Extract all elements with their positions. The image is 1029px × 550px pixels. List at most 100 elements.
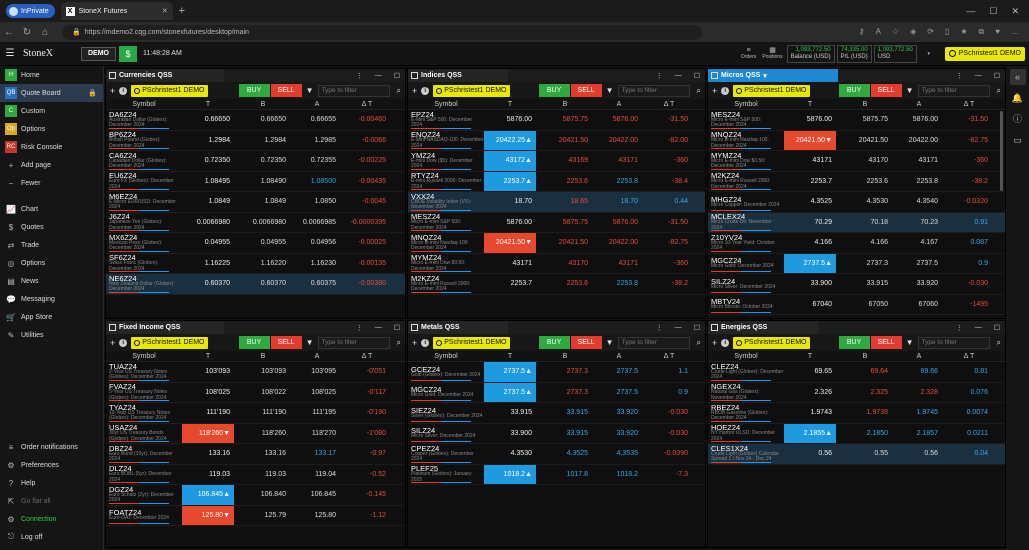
kebab-menu-icon[interactable]: ⋮	[956, 324, 963, 332]
symbol-cell[interactable]: HOEZ24 NY Harbor ULSD: December 2024	[708, 424, 784, 444]
account-button[interactable]: PSchristest1 DEMO	[131, 84, 208, 97]
ask-cell[interactable]: 1018.2	[594, 471, 644, 478]
table-row[interactable]: SILZ24 Micro Silver: December 2024 33.900 3…	[708, 274, 1005, 295]
collapse-icon[interactable]: «	[1009, 69, 1026, 85]
lock-icon[interactable]: 🔒	[88, 89, 97, 97]
filter-input[interactable]	[917, 336, 990, 349]
kebab-menu-icon[interactable]: ⋮	[356, 72, 363, 80]
symbol-cell[interactable]: DA6Z24 Australian Dollar (Globex): Decemb…	[106, 110, 182, 130]
symbol-cell[interactable]: M2KZ24 Micro E-mini Russell 2000: Decembe…	[408, 274, 484, 294]
sidebar-item-connection[interactable]: ⚙ Connection	[0, 510, 104, 528]
filter-input[interactable]	[617, 84, 690, 97]
search-icon[interactable]: ⌕	[697, 86, 701, 96]
trade-price-cell[interactable]: 43172▲	[484, 151, 536, 171]
ask-cell[interactable]: 125.80	[292, 512, 342, 519]
ask-cell[interactable]: 1.08500	[292, 178, 342, 185]
bid-cell[interactable]: 67050	[836, 301, 894, 308]
table-row[interactable]: Z10YV24 Micro 10-Year Yield: October 2024…	[708, 233, 1005, 254]
collections-icon[interactable]: ⧉	[979, 27, 985, 37]
symbol-cell[interactable]: SILZ24 Micro Silver: December 2024	[708, 274, 784, 294]
search-icon[interactable]: ⌕	[697, 338, 701, 348]
symbol-cell[interactable]: MESZ24 Micro E-mini S&P 500: December 202…	[708, 110, 784, 130]
table-row[interactable]: MX6Z24 Mexican Peso (Globex): December 20…	[106, 233, 405, 254]
table-row[interactable]: M2KZ24 Micro E-mini Russell 2000: Decembe…	[708, 172, 1005, 192]
ask-cell[interactable]: 2.328	[894, 389, 944, 396]
trade-price-cell[interactable]: 4.166	[784, 233, 836, 253]
sidebar-item-quotes[interactable]: $ Quotes	[0, 218, 103, 236]
inprivate-badge[interactable]: InPrivate	[6, 4, 55, 18]
table-row[interactable]: EPZ24 E-Mini S&P 500: December 2024 5876.0…	[408, 110, 705, 131]
ask-cell[interactable]: 5876.00	[894, 116, 944, 123]
column-dt[interactable]: Δ T	[644, 353, 694, 360]
sidebar-item-add-page[interactable]: + Add page	[0, 156, 103, 174]
bid-cell[interactable]: 118'260	[234, 430, 292, 437]
sidebar-item-chart[interactable]: 📈 Chart	[0, 200, 103, 218]
symbol-cell[interactable]: TUAZ24 2-Year US Treasury Notes (Globex):…	[106, 362, 182, 382]
trade-price-cell[interactable]: 43171	[784, 151, 836, 171]
kebab-menu-icon[interactable]: ⋮	[656, 324, 663, 332]
change-cell[interactable]: -0.0045	[342, 198, 392, 205]
table-row[interactable]: RBEZ24 RBOB Gasoline (Globex): December 2…	[708, 403, 1005, 424]
table-row[interactable]: FVAZ24 5-Year US Treasury Notes (Globex):…	[106, 383, 405, 403]
bid-cell[interactable]: 33.915	[536, 430, 594, 437]
trade-price-cell[interactable]: 1.0849	[182, 192, 234, 212]
symbol-cell[interactable]: J6Z24 Japanese Yen (Globex): December 202…	[106, 213, 182, 233]
account-button[interactable]: PSchristest1 DEMO	[733, 84, 810, 97]
ask-cell[interactable]: 43171	[594, 260, 644, 267]
change-cell[interactable]: 0.9	[944, 260, 994, 267]
search-icon[interactable]: ⌕	[397, 86, 401, 96]
ask-cell[interactable]: 2737.5	[594, 368, 644, 375]
table-row[interactable]: MGCZ24 Micro Gold: December 2024 2737.5▲ 27…	[408, 382, 705, 403]
trade-price-cell[interactable]: 2737.5▲	[484, 362, 536, 382]
sidebar-item-options[interactable]: ◎ Options	[0, 254, 103, 272]
bid-cell[interactable]: 4.166	[836, 239, 894, 246]
change-cell[interactable]: 0.0074	[944, 409, 994, 416]
trade-price-cell[interactable]: 2737.5▲	[784, 253, 836, 273]
table-row[interactable]: BP6Z24 British Pound (Globex): December 2…	[106, 131, 405, 151]
minimize-panel-icon[interactable]: —	[675, 72, 682, 80]
filter-input[interactable]	[917, 84, 990, 97]
bid-cell[interactable]: 0.72350	[234, 157, 292, 164]
table-row[interactable]: GCEZ24 Gold (Globex): December 2024 2737.5…	[408, 362, 705, 383]
ask-cell[interactable]: 69.66	[894, 368, 944, 375]
change-cell[interactable]: -0.00225	[342, 157, 392, 164]
filter-icon[interactable]: ▼	[606, 86, 614, 95]
account-button[interactable]: PSchristest1 DEMO	[433, 84, 510, 97]
sidebar-item-quote-board[interactable]: QB Quote Board 🔒	[0, 84, 103, 102]
bid-cell[interactable]: 1017.8	[536, 471, 594, 478]
ask-cell[interactable]: 5876.00	[594, 219, 644, 226]
change-cell[interactable]: -0.52	[342, 471, 392, 478]
column-b[interactable]: B	[836, 101, 894, 108]
trade-price-cell[interactable]: 33.900	[484, 424, 536, 444]
info-icon[interactable]: i	[119, 86, 128, 95]
symbol-cell[interactable]: VXX24 CBOE Volatility Index (VX): Novembe…	[408, 192, 484, 212]
change-cell[interactable]: 0.0211	[944, 430, 994, 437]
table-row[interactable]: MNQZ24 Micro E-mini Nasdaq-100: December …	[408, 233, 705, 254]
change-cell[interactable]: 0.44	[644, 198, 694, 205]
trade-price-cell[interactable]: 1018.2▲	[484, 464, 536, 484]
extension-icon[interactable]: ◈	[910, 27, 916, 37]
ask-cell[interactable]: 67060	[894, 301, 944, 308]
account-button[interactable]: PSchristest1 DEMO	[733, 336, 810, 349]
maximize-panel-icon[interactable]: ☐	[394, 324, 400, 332]
bid-cell[interactable]: 20421.50	[836, 137, 894, 144]
buy-button[interactable]: BUY	[538, 84, 570, 97]
change-cell[interactable]: -38.2	[944, 178, 994, 185]
table-row[interactable]: MESZ24 Micro E-mini S&P 500: December 202…	[708, 110, 1005, 131]
ask-cell[interactable]: 4.167	[894, 239, 944, 246]
ask-cell[interactable]: 4.3540	[894, 198, 944, 205]
symbol-cell[interactable]: MNQZ24 Micro E-mini Nasdaq-100: December …	[408, 233, 484, 253]
minimize-panel-icon[interactable]: —	[975, 72, 982, 80]
trade-price-cell[interactable]: 119.03	[182, 465, 234, 485]
trade-price-cell[interactable]: 5876.00	[484, 213, 536, 233]
sidebar-item-log-off[interactable]: ⎋ Log off	[0, 528, 104, 546]
symbol-cell[interactable]: BP6Z24 British Pound (Globex): December 2…	[106, 131, 182, 151]
change-cell[interactable]: 0.04	[944, 450, 994, 457]
ask-cell[interactable]: 2.1857	[894, 430, 944, 437]
maximize-icon[interactable]: ☐	[989, 6, 997, 17]
change-cell[interactable]: 0.81	[944, 368, 994, 375]
bid-cell[interactable]: 4.3530	[836, 198, 894, 205]
bid-cell[interactable]: 2253.6	[836, 178, 894, 185]
symbol-cell[interactable]: SIEZ24 Silver (Globex): December 2024	[408, 403, 484, 423]
sidebar-item-home[interactable]: H Home	[0, 66, 103, 84]
